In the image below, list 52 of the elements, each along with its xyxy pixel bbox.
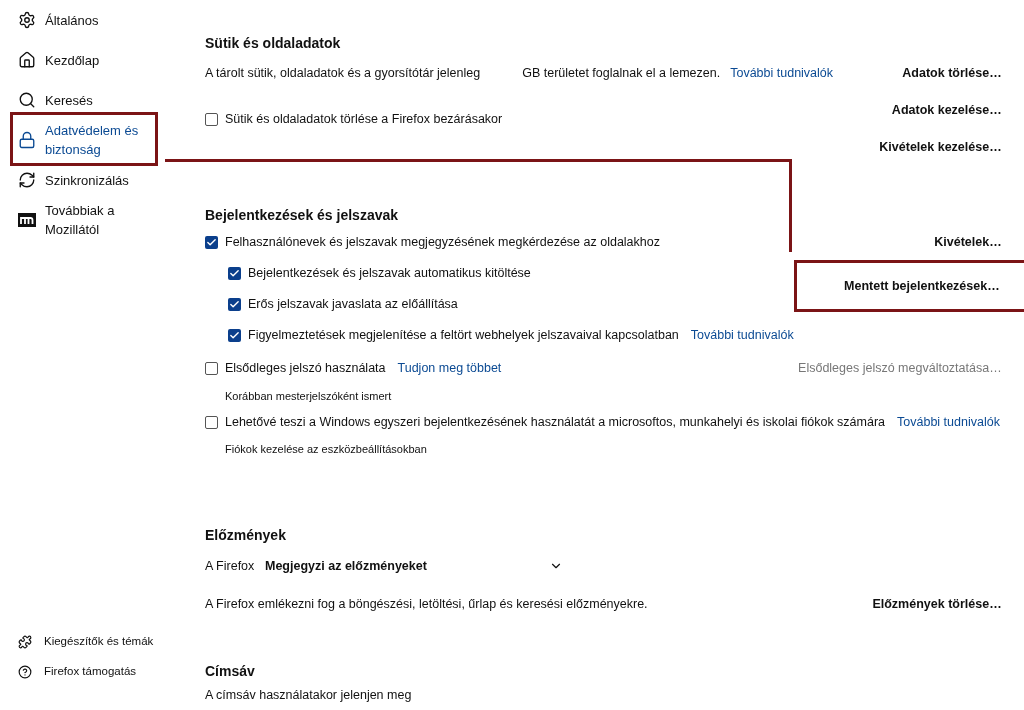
note-text: Fiókok kezelése az eszközbeállításokban	[224, 442, 428, 457]
storage-text: GB területet foglalnak el a lemezen.	[522, 64, 721, 82]
action-button[interactable]: Kivételek…	[930, 229, 1006, 255]
checkbox[interactable]	[228, 266, 241, 280]
action-button[interactable]: Adatok kezelése…	[887, 97, 1006, 123]
note-text: Korábban mesterjelszóként ismert	[224, 389, 393, 404]
help-icon	[18, 665, 32, 679]
sync-icon	[18, 171, 36, 189]
learn-more-link[interactable]: További tudnivalók	[690, 325, 794, 345]
action-button[interactable]: Kivételek kezelése…	[875, 134, 1006, 160]
checkbox-label: Lehetővé teszi a Windows egyszeri bejelentkezésének használatát a microsoftos, munkahelyi és iskolai fiókok számára	[225, 413, 886, 431]
sidebar-item[interactable]: Általános	[18, 10, 145, 30]
settings-icon	[18, 11, 36, 29]
home-icon	[18, 51, 36, 69]
history-description: A Firefox emlékezni fog a böngészési, letöltési, űrlap és keresési előzményekre.	[205, 595, 648, 613]
storage-text: A tárolt sütik, oldaladatok és a gyorsítótár jelenleg	[205, 64, 481, 82]
search-icon	[18, 91, 36, 109]
section-heading: Bejelentkezések és jelszavak	[205, 206, 400, 225]
checkbox-label: Figyelmeztetések megjelenítése a feltört webhelyek jelszavaival kapcsolatban	[248, 326, 679, 344]
checkbox[interactable]	[228, 297, 241, 311]
sidebar-item[interactable]: Továbbiak a Mozillától	[18, 201, 145, 239]
checkbox[interactable]	[205, 415, 218, 429]
action-button[interactable]: Előzmények törlése…	[868, 591, 1006, 617]
checkbox-label: Elsődleges jelszó használata	[225, 359, 386, 377]
sidebar-item[interactable]: Kezdőlap	[18, 50, 145, 70]
puzzle-icon	[18, 635, 32, 649]
lock-icon	[18, 131, 36, 149]
sidebar-link[interactable]: Firefox támogatás	[0, 657, 190, 687]
address-bar-description: A címsáv használatakor jelenjen meg	[205, 687, 413, 704]
sidebar-item[interactable]: Adatvédelem és biztonság	[18, 121, 145, 159]
checkbox[interactable]	[205, 112, 218, 126]
checkbox[interactable]	[205, 235, 218, 249]
sidebar-link[interactable]: Kiegészítők és témák	[0, 627, 190, 657]
history-select[interactable]: Megjegyzi az előzményeket	[265, 556, 565, 576]
checkbox[interactable]	[205, 361, 218, 375]
section-heading: Címsáv	[205, 662, 256, 681]
action-button[interactable]: Mentett bejelentkezések…	[840, 273, 1004, 299]
learn-more-link[interactable]: Tudjon meg többet	[397, 358, 502, 378]
section-heading: Előzmények	[205, 526, 287, 545]
sidebar-item[interactable]: Keresés	[18, 90, 145, 110]
logo-icon	[18, 211, 36, 229]
section-heading: Sütik és oldaladatok	[205, 34, 342, 53]
select-label: A Firefox	[205, 557, 256, 575]
checkbox[interactable]	[228, 328, 241, 342]
checkbox-label: Sütik és oldaladatok törlése a Firefox bezárásakor	[225, 110, 503, 128]
checkbox-label: Bejelentkezések és jelszavak automatikus kitöltése	[248, 264, 531, 282]
checkbox-label: Erős jelszavak javaslata az előállítása	[248, 295, 458, 313]
action-button[interactable]: Adatok törlése…	[898, 60, 1006, 86]
learn-more-link[interactable]: További tudnivalók	[730, 63, 834, 83]
sidebar-item[interactable]: Szinkronizálás	[18, 170, 145, 190]
checkbox-label: Felhasználónevek és jelszavak megjegyzésének megkérdezése az oldalakhoz	[225, 233, 660, 251]
learn-more-link[interactable]: További tudnivalók	[897, 412, 1000, 432]
